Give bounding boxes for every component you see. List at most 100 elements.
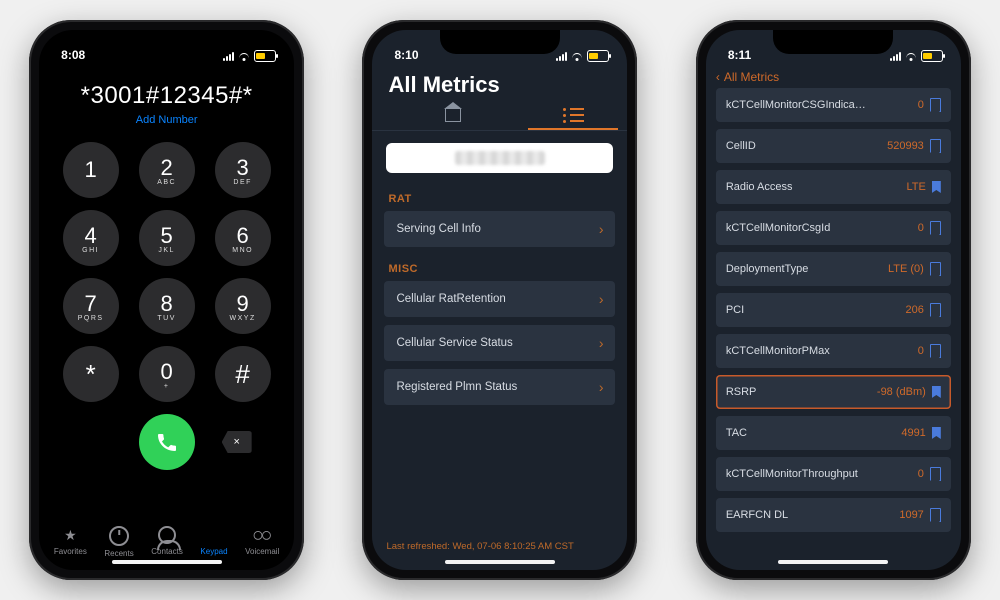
bookmark-icon[interactable] (930, 344, 941, 358)
chevron-right-icon: › (599, 379, 604, 395)
keypad-key-1[interactable]: 1 (63, 142, 119, 198)
bookmark-icon[interactable] (930, 98, 941, 112)
back-label: All Metrics (724, 70, 779, 84)
bookmark-icon[interactable] (930, 139, 941, 153)
keypad-key-#[interactable]: # (215, 346, 271, 402)
metric-row[interactable]: kCTCellMonitorCSGIndication0 (716, 88, 951, 122)
backspace-button[interactable]: × (222, 431, 252, 453)
key-letters: TUV (157, 315, 176, 322)
key-letters: MNO (232, 247, 253, 254)
tab-dashboard[interactable] (408, 102, 498, 128)
metric-label: PCI (726, 304, 744, 316)
key-letters: ABC (157, 179, 176, 186)
bookmark-icon[interactable] (930, 508, 941, 522)
notch (440, 30, 560, 54)
metric-row[interactable]: RSRP-98 (dBm) (716, 375, 951, 409)
last-refreshed: Last refreshed: Wed, 07-06 8:10:25 AM CS… (386, 541, 573, 552)
keypad-key-*[interactable]: * (63, 346, 119, 402)
phone-metric-detail: 8:11 ‹ All Metrics kCTCellMonitorCSGIndi… (696, 20, 971, 580)
call-button[interactable] (139, 414, 195, 470)
tab-contacts[interactable]: Contacts (151, 526, 183, 558)
metric-row[interactable]: DeploymentTypeLTE (0) (716, 252, 951, 286)
phone-icon (155, 430, 179, 454)
metrics-row[interactable]: Cellular Service Status › (384, 325, 615, 361)
section-header-misc: MISC (372, 255, 627, 281)
key-letters: DEF (233, 179, 252, 186)
tab-recents[interactable]: Recents (104, 526, 133, 558)
row-label: Cellular Service Status (396, 337, 512, 349)
metric-value: -98 (dBm) (877, 386, 926, 398)
metric-row[interactable]: EARFCN DL1097 (716, 498, 951, 532)
search-field[interactable] (386, 143, 613, 173)
keypad-key-2[interactable]: 2ABC (139, 142, 195, 198)
metric-value: 0 (918, 99, 924, 111)
bookmark-icon[interactable] (932, 386, 941, 398)
tab-keypad[interactable]: Keypad (200, 526, 227, 558)
redacted-text (455, 151, 545, 165)
metric-label: kCTCellMonitorPMax (726, 345, 830, 357)
keypad-key-7[interactable]: 7PQRS (63, 278, 119, 334)
keypad-key-5[interactable]: 5JKL (139, 210, 195, 266)
bookmark-icon[interactable] (930, 262, 941, 276)
home-icon (445, 109, 461, 122)
keypad-key-3[interactable]: 3DEF (215, 142, 271, 198)
bookmark-icon[interactable] (932, 427, 941, 439)
key-digit: 3 (237, 155, 249, 181)
bookmark-icon[interactable] (932, 181, 941, 193)
chevron-right-icon: › (599, 335, 604, 351)
page-title: All Metrics (372, 64, 627, 98)
metrics-row[interactable]: Serving Cell Info› (384, 211, 615, 247)
metrics-row[interactable]: Cellular RatRetention › (384, 281, 615, 317)
metric-row[interactable]: TAC4991 (716, 416, 951, 450)
keypad-key-8[interactable]: 8TUV (139, 278, 195, 334)
bookmark-icon[interactable] (930, 303, 941, 317)
keypad-key-6[interactable]: 6MNO (215, 210, 271, 266)
tab-voicemail[interactable]: ◯◯ Voicemail (245, 526, 279, 558)
metric-row[interactable]: CellID 520993 (716, 129, 951, 163)
metric-value: 0 (918, 345, 924, 357)
metric-label: CellID (726, 140, 756, 152)
metric-row[interactable]: kCTCellMonitorCsgId0 (716, 211, 951, 245)
star-icon (60, 526, 80, 544)
phone-dialer: 8:08 *3001#12345#* Add Number 12ABC3DEF4… (29, 20, 304, 580)
chevron-right-icon: › (599, 291, 604, 307)
metric-row[interactable]: Radio AccessLTE (716, 170, 951, 204)
key-digit: 9 (237, 291, 249, 317)
key-digit: 7 (85, 291, 97, 317)
metric-value: 0 (918, 222, 924, 234)
metric-row[interactable]: kCTCellMonitorPMax 0 (716, 334, 951, 368)
key-digit: 0 (161, 359, 173, 385)
row-label: Cellular RatRetention (396, 293, 505, 305)
row-label: Serving Cell Info (396, 223, 480, 235)
status-time: 8:11 (728, 48, 751, 62)
metrics-list: kCTCellMonitorCSGIndication0 CellID 520993… (706, 88, 961, 539)
tab-label: Voicemail (245, 547, 279, 556)
add-number-link[interactable]: Add Number (39, 114, 294, 126)
metric-row[interactable]: kCTCellMonitorThroughput0 (716, 457, 951, 491)
battery-icon (921, 50, 943, 62)
clock-icon (109, 526, 129, 546)
cell-signal-icon (890, 52, 901, 61)
bookmark-icon[interactable] (930, 221, 941, 235)
metrics-row[interactable]: Registered Plmn Status› (384, 369, 615, 405)
voicemail-icon: ◯◯ (252, 526, 272, 544)
key-digit: 4 (85, 223, 97, 249)
tab-list[interactable] (528, 102, 618, 130)
metric-value: 4991 (901, 427, 925, 439)
keypad-key-0[interactable]: 0+ (139, 346, 195, 402)
metric-row[interactable]: PCI206 (716, 293, 951, 327)
keypad-key-4[interactable]: 4GHI (63, 210, 119, 266)
keypad-key-9[interactable]: 9WXYZ (215, 278, 271, 334)
bookmark-icon[interactable] (930, 467, 941, 481)
tab-favorites[interactable]: Favorites (54, 526, 87, 558)
tab-label: Keypad (200, 547, 227, 556)
metric-value: 520993 (887, 140, 924, 152)
cell-signal-icon (223, 52, 234, 61)
key-digit: 8 (161, 291, 173, 317)
key-digit: 6 (237, 223, 249, 249)
back-button[interactable]: ‹ All Metrics (706, 64, 961, 88)
person-icon (158, 526, 176, 544)
notch (773, 30, 893, 54)
metric-value: 1097 (899, 509, 923, 521)
metric-label: DeploymentType (726, 263, 809, 275)
